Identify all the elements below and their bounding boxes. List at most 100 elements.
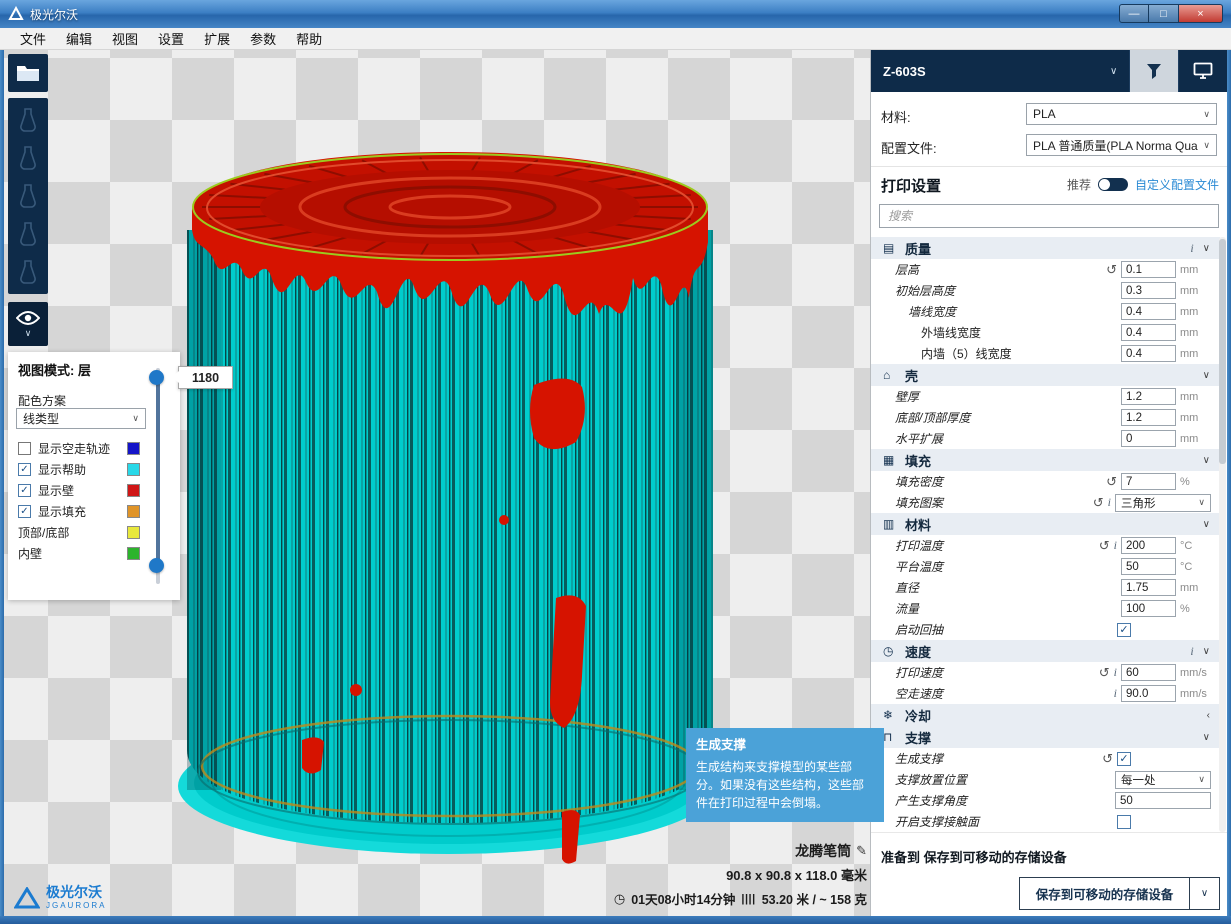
info-icon[interactable]: i <box>1108 495 1111 510</box>
setting-value-input[interactable]: 100 <box>1121 600 1176 617</box>
monitor-tab[interactable] <box>1178 50 1227 92</box>
setting-value-input[interactable]: 50 <box>1115 792 1211 809</box>
setting-value-input[interactable]: 0.1 <box>1121 261 1176 278</box>
printer-bar: Z-603S ∨ <box>871 50 1227 92</box>
mirror-tool-button[interactable] <box>8 215 48 253</box>
settings-section-header[interactable]: ▤质量i∨ <box>871 237 1220 259</box>
search-wrap <box>879 204 1219 228</box>
setting-value-input[interactable]: 0.3 <box>1121 282 1176 299</box>
chevron-down-icon[interactable]: ∨ <box>1203 646 1210 657</box>
view-option-checkbox[interactable] <box>18 442 31 455</box>
save-options-arrow[interactable]: ∨ <box>1189 878 1219 909</box>
settings-section-header[interactable]: ⊓支撑∨ <box>871 726 1220 748</box>
menu-help[interactable]: 帮助 <box>286 28 332 49</box>
setting-value-input[interactable]: 0.4 <box>1121 345 1176 362</box>
setting-value-input[interactable]: 90.0 <box>1121 685 1176 702</box>
settings-section-header[interactable]: ▥材料∨ <box>871 513 1220 535</box>
scrollbar-thumb[interactable] <box>1219 239 1226 464</box>
reset-icon[interactable]: ↺ <box>1093 496 1104 509</box>
material-label: 材料: <box>881 107 911 126</box>
view-option-row: 显示空走轨迹 <box>18 438 140 459</box>
chevron-down-icon[interactable]: ∨ <box>1203 370 1210 381</box>
print-setup-tab[interactable] <box>1129 50 1178 92</box>
unit-label: mm <box>1180 285 1211 297</box>
menu-settings[interactable]: 设置 <box>148 28 194 49</box>
chevron-down-icon[interactable]: ∨ <box>1203 455 1210 466</box>
reset-icon[interactable]: ↺ <box>1106 263 1117 276</box>
custom-profile-link[interactable]: 自定义配置文件 <box>1135 176 1219 193</box>
menu-edit[interactable]: 编辑 <box>56 28 102 49</box>
profile-select[interactable]: PLA 普通质量(PLA Norma Qua ∨ <box>1026 134 1217 156</box>
setting-dropdown[interactable]: 每一处∨ <box>1115 771 1211 789</box>
printer-select[interactable]: Z-603S ∨ <box>871 50 1129 92</box>
info-icon[interactable]: i <box>1114 665 1117 680</box>
section-info-icon[interactable]: i <box>1190 644 1193 659</box>
setting-value-input[interactable]: 200 <box>1121 537 1176 554</box>
setting-checkbox[interactable] <box>1117 815 1131 829</box>
close-button[interactable]: × <box>1179 4 1223 23</box>
minimize-button[interactable]: — <box>1119 4 1149 23</box>
chevron-down-icon[interactable]: ∨ <box>1203 732 1210 743</box>
settings-section-header[interactable]: ▦填充∨ <box>871 449 1220 471</box>
info-icon[interactable]: i <box>1114 538 1117 553</box>
view-option-checkbox[interactable]: ✓ <box>18 463 31 476</box>
menu-parameters[interactable]: 参数 <box>240 28 286 49</box>
close-icon: × <box>1197 8 1203 20</box>
setting-value-input[interactable]: 1.2 <box>1121 409 1176 426</box>
menu-file[interactable]: 文件 <box>10 28 56 49</box>
chevron-down-icon[interactable]: ∨ <box>1203 243 1210 254</box>
tooltip-body: 生成结构来支撑模型的某些部分。如果没有这些结构，这些部件在打印过程中会倒塌。 <box>696 758 874 812</box>
model-info: 龙腾笔筒 ✎ 90.8 x 90.8 x 118.0 毫米 ◷ 01天08小时1… <box>614 841 867 908</box>
setting-value-input[interactable]: 50 <box>1121 558 1176 575</box>
scale-tool-button[interactable] <box>8 139 48 177</box>
setting-value-input[interactable]: 0.4 <box>1121 303 1176 320</box>
reset-icon[interactable]: ↺ <box>1099 666 1110 679</box>
brand-triangle-icon <box>14 887 40 909</box>
settings-section-header[interactable]: ❄冷却‹ <box>871 704 1220 726</box>
support-icon: ⊓ <box>883 730 901 744</box>
recommended-custom-toggle[interactable] <box>1098 178 1128 191</box>
section-info-icon[interactable]: i <box>1190 241 1193 256</box>
setting-row: 填充密度↺7% <box>871 471 1220 492</box>
setting-checkbox[interactable]: ✓ <box>1117 623 1131 637</box>
chevron-left-icon[interactable]: ‹ <box>1207 710 1210 721</box>
setting-dropdown[interactable]: 三角形∨ <box>1115 494 1211 512</box>
rotate-tool-button[interactable] <box>8 177 48 215</box>
unit-label: °C <box>1180 540 1211 552</box>
setting-checkbox[interactable]: ✓ <box>1117 752 1131 766</box>
dropdown-value: 每一处 <box>1121 772 1156 788</box>
menu-extensions[interactable]: 扩展 <box>194 28 240 49</box>
search-input[interactable] <box>879 204 1219 228</box>
reset-icon[interactable]: ↺ <box>1102 752 1113 765</box>
open-file-button[interactable] <box>8 54 48 92</box>
maximize-button[interactable]: □ <box>1149 4 1179 23</box>
setting-value-input[interactable]: 0 <box>1121 430 1176 447</box>
setting-row: 打印温度↺i200°C <box>871 535 1220 556</box>
chevron-down-icon[interactable]: ∨ <box>1203 519 1210 530</box>
view-option-checkbox[interactable]: ✓ <box>18 484 31 497</box>
view-option-checkbox[interactable]: ✓ <box>18 505 31 518</box>
setting-value-input[interactable]: 7 <box>1121 473 1176 490</box>
setting-value-input[interactable]: 1.2 <box>1121 388 1176 405</box>
move-tool-button[interactable] <box>8 101 48 139</box>
setting-label: 打印速度 <box>871 664 943 681</box>
save-to-removable-button[interactable]: 保存到可移动的存储设备 ∨ <box>1019 877 1220 910</box>
per-model-settings-button[interactable] <box>8 253 48 291</box>
color-scheme-select[interactable]: 线类型 ∨ <box>16 408 146 429</box>
reset-icon[interactable]: ↺ <box>1099 539 1110 552</box>
setting-label: 底部/顶部厚度 <box>871 409 970 426</box>
settings-scrollbar[interactable] <box>1219 237 1226 832</box>
reset-icon[interactable]: ↺ <box>1106 475 1117 488</box>
layer-slider-bottom-handle[interactable] <box>149 558 164 573</box>
view-mode-button[interactable]: ∨ <box>8 302 48 346</box>
setting-value-input[interactable]: 1.75 <box>1121 579 1176 596</box>
settings-section-header[interactable]: ◷速度i∨ <box>871 640 1220 662</box>
info-icon[interactable]: i <box>1114 686 1117 701</box>
setting-value-input[interactable]: 60 <box>1121 664 1176 681</box>
settings-section-header[interactable]: ⌂壳∨ <box>871 364 1220 386</box>
setting-value-input[interactable]: 0.4 <box>1121 324 1176 341</box>
material-select[interactable]: PLA ∨ <box>1026 103 1217 125</box>
menu-view[interactable]: 视图 <box>102 28 148 49</box>
rename-model-icon[interactable]: ✎ <box>856 843 867 859</box>
layer-slider-top-handle[interactable] <box>149 370 164 385</box>
